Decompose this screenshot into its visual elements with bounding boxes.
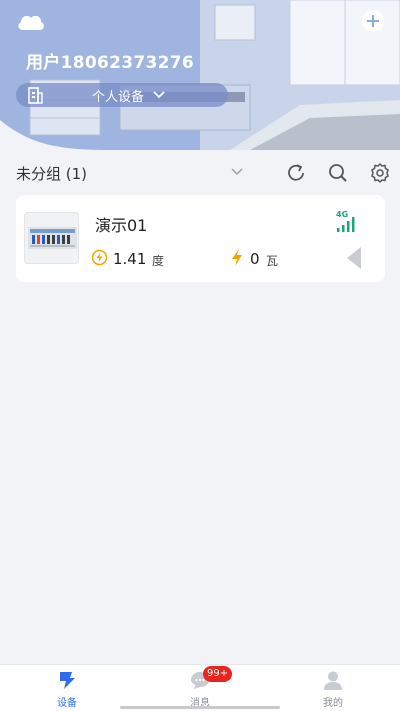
- power-unit: 瓦: [266, 254, 279, 268]
- tab-devices[interactable]: 设备: [27, 669, 107, 709]
- add-device-button[interactable]: [362, 10, 384, 32]
- energy-unit: 度: [152, 254, 165, 268]
- device-name: 演示01: [95, 216, 148, 235]
- energy-value: 1.41: [113, 250, 147, 268]
- search-icon[interactable]: [326, 161, 350, 185]
- chevron-down-icon: [153, 91, 165, 99]
- profile-icon: [324, 671, 342, 690]
- home-indicator: [120, 706, 280, 709]
- cloud-icon: [18, 15, 44, 30]
- expand-arrow-icon[interactable]: [345, 246, 363, 270]
- group-selector-label: 个人设备: [92, 89, 145, 105]
- device-card[interactable]: 演示01 4G 1.41 度 0 瓦: [16, 195, 385, 282]
- header-banner: 用户18062373276 个人设备: [0, 0, 400, 150]
- device-icon: [60, 672, 75, 689]
- power-value: 0: [250, 250, 260, 268]
- plus-circle-icon: [367, 15, 379, 27]
- header-curve: [0, 120, 110, 150]
- refresh-icon[interactable]: [284, 161, 308, 185]
- settings-icon[interactable]: [368, 161, 392, 185]
- group-title[interactable]: 未分组 (1): [16, 163, 87, 184]
- network-type-label: 4G: [336, 210, 349, 219]
- user-phone-label: 用户18062373276: [26, 53, 195, 73]
- tab-label: 我的: [323, 698, 343, 709]
- tab-label: 设备: [57, 698, 77, 709]
- signal-indicator: 4G: [334, 210, 360, 234]
- group-toolbar: 未分组 (1): [0, 155, 400, 191]
- group-expand-chevron-icon[interactable]: [229, 166, 245, 178]
- tab-profile[interactable]: 我的: [293, 669, 373, 709]
- bottom-tab-bar: 设备 消息 我的: [0, 664, 400, 711]
- device-thumbnail: [24, 212, 79, 264]
- power-lightning-icon: [232, 249, 242, 266]
- device-group-selector[interactable]: 个人设备: [16, 83, 228, 107]
- building-icon: [28, 87, 43, 104]
- energy-icon: [91, 249, 108, 266]
- message-count-badge: 99+: [203, 666, 233, 682]
- switch-panel-image: [28, 227, 77, 249]
